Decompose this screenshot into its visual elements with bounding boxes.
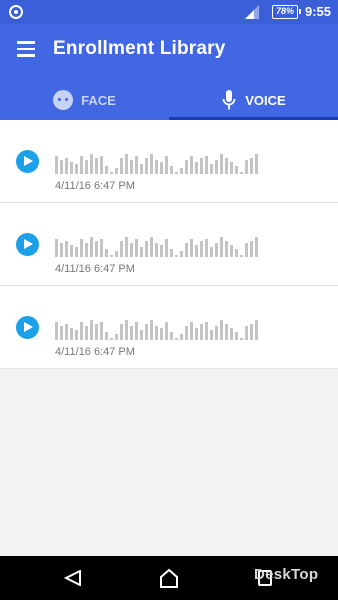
recording-list: 4/11/16 6:47 PM 4/11/16 6:47 PM 4/11/16 … (0, 120, 338, 369)
waveform (55, 150, 291, 174)
hamburger-icon (17, 41, 35, 44)
status-bar: 78% 9:55 (0, 0, 338, 24)
recording-row[interactable]: 4/11/16 6:47 PM (0, 120, 338, 203)
battery-indicator: 78% (272, 5, 302, 19)
menu-button[interactable] (17, 41, 37, 57)
play-button[interactable] (16, 233, 39, 256)
home-icon[interactable] (158, 568, 180, 588)
waveform (55, 233, 291, 257)
recording-timestamp: 4/11/16 6:47 PM (55, 180, 135, 192)
tab-voice[interactable]: VOICE (169, 80, 338, 120)
tab-voice-label: VOICE (245, 92, 286, 108)
app-bar: Enrollment Library FACE VOICE (0, 24, 338, 120)
notification-icon (9, 5, 23, 19)
watermark: DeskTop (254, 566, 319, 583)
tab-face[interactable]: FACE (0, 80, 169, 120)
recording-row[interactable]: 4/11/16 6:47 PM (0, 286, 338, 369)
play-button[interactable] (16, 316, 39, 339)
face-icon (53, 90, 74, 110)
page-title: Enrollment Library (53, 38, 226, 59)
signal-icon (245, 5, 259, 19)
mic-icon (222, 90, 236, 110)
back-icon[interactable] (64, 570, 82, 586)
clock: 9:55 (305, 4, 332, 19)
recording-timestamp: 4/11/16 6:47 PM (55, 263, 135, 275)
waveform (55, 316, 291, 340)
recording-timestamp: 4/11/16 6:47 PM (55, 346, 135, 358)
navigation-bar: DeskTop (0, 556, 338, 600)
play-button[interactable] (16, 150, 39, 173)
recording-row[interactable]: 4/11/16 6:47 PM (0, 203, 338, 286)
tab-face-label: FACE (81, 92, 116, 108)
